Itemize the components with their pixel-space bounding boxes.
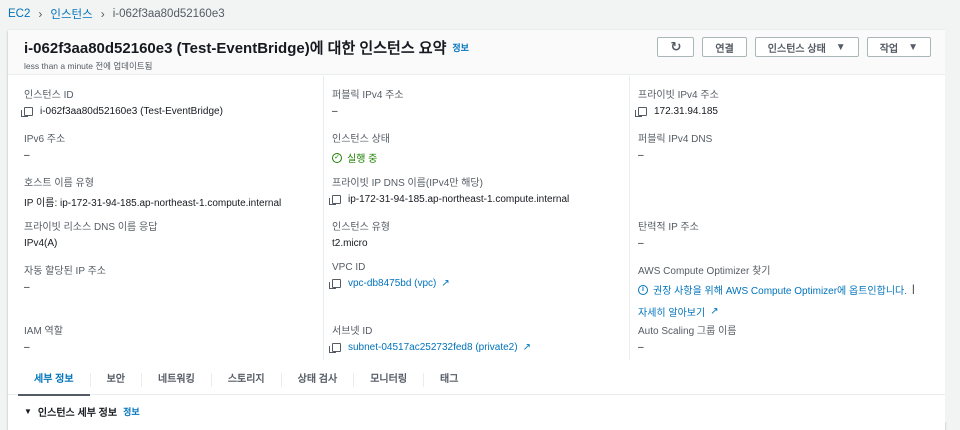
label: 인스턴스 유형 <box>332 222 390 233</box>
value: 실행 중 <box>347 154 378 165</box>
label: Auto Scaling 그룹 이름 <box>638 326 737 337</box>
label: 인스턴스 ID <box>24 90 74 101</box>
value: – <box>638 150 644 161</box>
label: 프라이빗 IP DNS 이름(IPv4만 해당) <box>332 178 483 189</box>
info-link[interactable]: 정보 <box>452 41 469 54</box>
field-hostname-type: 호스트 이름 유형 IP 이름: ip-172-31-94-185.ap-nort… <box>24 174 281 209</box>
tab-security[interactable]: 보안 <box>91 372 142 387</box>
label: 퍼블릭 IPv4 DNS <box>638 134 713 145</box>
refresh-icon: ↻ <box>670 39 682 54</box>
caret-down-icon: ▼ <box>908 41 918 53</box>
label: 서브넷 ID <box>332 326 373 337</box>
copy-icon[interactable] <box>329 279 341 289</box>
tab-details[interactable]: 세부 정보 <box>18 372 91 396</box>
field-vpc-id: VPC ID vpc-db8475bd (vpc) ↗ <box>329 262 450 289</box>
external-link-icon: ↗ <box>710 306 719 317</box>
label: IAM 역할 <box>24 326 63 337</box>
instance-details-section-toggle[interactable]: ▼ 인스턴스 세부 정보 정보 <box>24 404 140 419</box>
tab-storage[interactable]: 스토리지 <box>212 372 282 387</box>
label: 프라이빗 리소스 DNS 이름 응답 <box>24 222 158 233</box>
field-subnet-id: 서브넷 ID subnet-04517ac252732fed8 (private2… <box>329 322 531 353</box>
value: – <box>638 238 644 249</box>
field-private-ipv4: 프라이빗 IPv4 주소 172.31.94.185 <box>635 86 719 117</box>
tab-monitoring[interactable]: 모니터링 <box>354 372 425 387</box>
label: 프라이빗 IPv4 주소 <box>638 90 719 101</box>
value: IP 이름: ip-172-31-94-185.ap-northeast-1.c… <box>24 198 282 209</box>
label: VPC ID <box>332 262 366 273</box>
label: 퍼블릭 IPv4 주소 <box>332 90 404 101</box>
field-public-dns: 퍼블릭 IPv4 DNS – <box>638 130 712 161</box>
label: 자동 할당된 IP 주소 <box>24 266 107 277</box>
caret-down-icon: ▼ <box>835 41 846 53</box>
external-link-icon: ↗ <box>441 278 450 289</box>
value: – <box>332 106 338 117</box>
info-link[interactable]: 정보 <box>123 405 140 418</box>
value: – <box>24 342 30 353</box>
section-title: 인스턴스 세부 정보 <box>37 408 118 419</box>
breadcrumb: EC2 › 인스턴스 › i-062f3aa80d52160e3 <box>8 6 225 22</box>
actions-button[interactable]: 작업 ▼ <box>866 37 931 57</box>
detail-tabs: 세부 정보 보안 네트워킹 스토리지 상태 검사 모니터링 태그 <box>8 365 945 396</box>
field-elastic-ip: 탄력적 IP 주소 – <box>638 218 699 249</box>
info-circle-icon: i <box>638 284 648 295</box>
vpc-link[interactable]: vpc-db8475bd (vpc) <box>348 278 436 289</box>
breadcrumb-ec2[interactable]: EC2 <box>8 8 30 20</box>
value: i-062f3aa80d52160e3 (Test-EventBridge) <box>40 106 223 117</box>
value: – <box>638 342 644 353</box>
breadcrumb-instances[interactable]: 인스턴스 <box>50 6 92 22</box>
connect-button[interactable]: 연결 <box>702 37 747 57</box>
external-link-icon: ↗ <box>522 342 531 353</box>
field-iam-role: IAM 역할 – <box>24 322 63 353</box>
label: IPv6 주소 <box>24 134 66 145</box>
chevron-right-icon: › <box>100 7 105 21</box>
copy-icon[interactable] <box>21 107 33 117</box>
copy-icon[interactable] <box>635 107 647 117</box>
instance-state-label: 인스턴스 상태 <box>767 43 826 55</box>
field-compute-optimizer: AWS Compute Optimizer 찾기 i 권장 사항을 위해 AWS … <box>638 262 915 319</box>
field-instance-id: 인스턴스 ID i-062f3aa80d52160e3 (Test-EventBr… <box>21 86 223 117</box>
actions-label: 작업 <box>879 43 899 55</box>
field-public-ipv4: 퍼블릭 IPv4 주소 – <box>332 86 404 117</box>
caret-down-icon: ▼ <box>24 407 32 416</box>
field-instance-state: 인스턴스 상태 ✓ 실행 중 <box>332 130 390 165</box>
updated-text: less than a minute 전에 업데이트됨 <box>24 61 153 71</box>
value: IPv4(A) <box>24 238 58 249</box>
field-auto-ip: 자동 할당된 IP 주소 – <box>24 262 106 293</box>
copy-icon[interactable] <box>329 343 341 353</box>
subnet-link[interactable]: subnet-04517ac252732fed8 (private2) <box>348 342 518 353</box>
label: 호스트 이름 유형 <box>24 178 94 189</box>
value: t2.micro <box>332 238 368 249</box>
tab-networking[interactable]: 네트워킹 <box>142 372 212 387</box>
chevron-right-icon: › <box>38 7 43 21</box>
tab-status-checks[interactable]: 상태 검사 <box>282 372 355 387</box>
field-private-dns: 프라이빗 IP DNS 이름(IPv4만 해당) ip-172-31-94-185… <box>329 174 570 205</box>
refresh-button[interactable]: ↻ <box>657 37 695 57</box>
field-private-dns-response: 프라이빗 리소스 DNS 이름 응답 IPv4(A) <box>24 218 157 249</box>
value: – <box>24 282 30 293</box>
value: 172.31.94.185 <box>654 106 718 117</box>
field-asg-name: Auto Scaling 그룹 이름 – <box>638 322 737 353</box>
scrollbar[interactable] <box>945 30 960 422</box>
instance-summary-panel: i-062f3aa80d52160e3 (Test-EventBridge)에 … <box>8 30 945 430</box>
breadcrumb-current: i-062f3aa80d52160e3 <box>112 8 225 20</box>
optimizer-opt-in-link[interactable]: 권장 사항을 위해 AWS Compute Optimizer에 옵트인합니다. <box>653 282 907 297</box>
field-ipv6: IPv6 주소 – <box>24 130 65 161</box>
instance-state-button[interactable]: 인스턴스 상태 ▼ <box>754 37 859 57</box>
copy-icon[interactable] <box>329 195 341 205</box>
label: AWS Compute Optimizer 찾기 <box>638 266 771 277</box>
check-circle-icon: ✓ <box>332 152 342 163</box>
field-instance-type: 인스턴스 유형 t2.micro <box>332 218 390 249</box>
page-title: i-062f3aa80d52160e3 (Test-EventBridge)에 … <box>24 40 447 57</box>
label: 인스턴스 상태 <box>332 134 390 145</box>
label: 탄력적 IP 주소 <box>638 222 699 233</box>
tab-tags[interactable]: 태그 <box>424 373 474 387</box>
learn-more-link[interactable]: 자세히 알아보기 <box>638 304 705 319</box>
value: ip-172-31-94-185.ap-northeast-1.compute.… <box>348 194 570 205</box>
value: – <box>24 150 30 161</box>
